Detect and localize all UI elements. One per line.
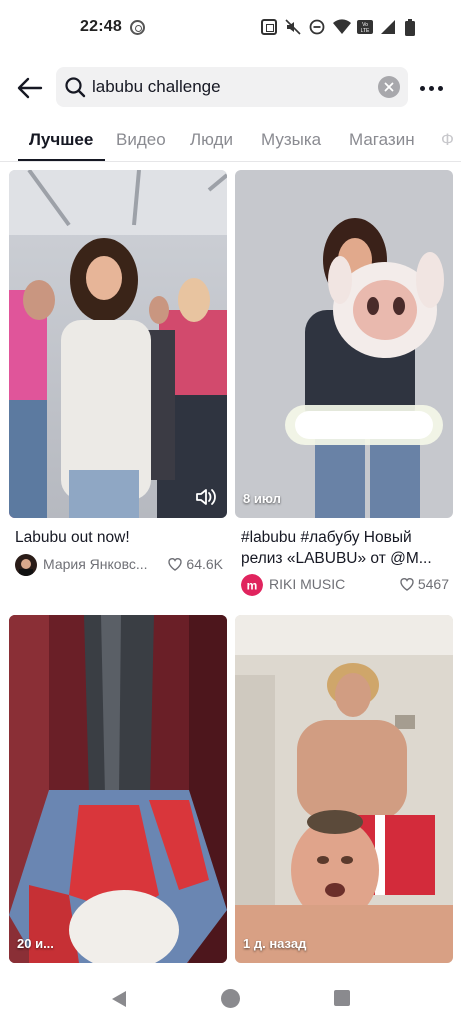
arrow-left-icon bbox=[17, 77, 43, 99]
status-icons: Vo LTE bbox=[261, 19, 421, 36]
signal-icon bbox=[381, 19, 397, 35]
nav-home-icon[interactable] bbox=[221, 989, 240, 1008]
author-row[interactable]: m RIKI MUSIC 5467 bbox=[241, 574, 453, 596]
system-navigation-bar bbox=[0, 972, 461, 1024]
tab-shop[interactable]: Магазин bbox=[349, 130, 415, 150]
avatar bbox=[15, 554, 37, 576]
video-card[interactable]: Labubu out now! Мария Янковс... 64.6K bbox=[9, 170, 227, 590]
status-time: 22:48 bbox=[80, 18, 122, 35]
dot-icon bbox=[428, 85, 434, 91]
video-thumbnail[interactable]: 20 и... bbox=[9, 615, 227, 963]
svg-text:m: m bbox=[247, 579, 258, 593]
video-thumbnail[interactable] bbox=[9, 170, 227, 518]
video-card[interactable]: 8 июл #labubu #лабубу Новый релиз «LABUB… bbox=[235, 170, 453, 596]
nav-back-icon[interactable] bbox=[110, 990, 128, 1008]
search-tabs: Лучшее Видео Люди Музыка Магазин Ф bbox=[0, 122, 461, 162]
dot-icon bbox=[419, 85, 425, 91]
video-card[interactable]: 20 и... bbox=[9, 615, 227, 963]
battery-icon bbox=[405, 19, 421, 36]
wifi-icon bbox=[333, 19, 351, 35]
video-thumbnail[interactable]: 1 д. назад bbox=[235, 615, 453, 963]
tab-videos[interactable]: Видео bbox=[116, 130, 166, 150]
video-date: 1 д. назад bbox=[243, 936, 307, 951]
like-count-value: 5467 bbox=[417, 576, 449, 592]
do-not-disturb-icon bbox=[309, 19, 325, 35]
video-caption: #labubu #лабубу Новый релиз «LABUBU» от … bbox=[241, 529, 432, 567]
at-sign-icon bbox=[130, 20, 145, 35]
mute-icon bbox=[285, 19, 301, 35]
sound-icon[interactable] bbox=[195, 486, 217, 508]
search-header bbox=[0, 66, 461, 110]
video-thumbnail[interactable]: 8 июл bbox=[235, 170, 453, 518]
video-date: 8 июл bbox=[243, 491, 281, 506]
tab-people[interactable]: Люди bbox=[190, 130, 233, 150]
tab-more-truncated[interactable]: Ф bbox=[441, 130, 454, 150]
heart-icon bbox=[400, 578, 414, 591]
author-name: Мария Янковс... bbox=[43, 556, 148, 572]
like-count-value: 64.6K bbox=[186, 556, 223, 572]
close-icon bbox=[384, 82, 394, 92]
svg-text:LTE: LTE bbox=[361, 28, 370, 34]
tab-music[interactable]: Музыка bbox=[261, 130, 321, 150]
status-bar: 22:48 Vo LTE bbox=[0, 0, 461, 58]
like-count: 64.6K bbox=[167, 556, 223, 572]
search-box[interactable] bbox=[56, 67, 408, 107]
volte-icon: Vo LTE bbox=[357, 19, 373, 35]
search-input[interactable] bbox=[92, 67, 382, 107]
like-count: 5467 bbox=[399, 576, 449, 592]
video-date: 20 и... bbox=[17, 936, 54, 951]
video-caption: Labubu out now! bbox=[15, 529, 130, 546]
avatar: m bbox=[241, 574, 263, 596]
video-card[interactable]: 1 д. назад bbox=[235, 615, 453, 963]
dot-icon bbox=[437, 85, 443, 91]
active-tab-indicator bbox=[18, 159, 105, 161]
more-options-button[interactable] bbox=[414, 72, 448, 104]
search-icon bbox=[65, 77, 86, 98]
tab-top[interactable]: Лучшее bbox=[29, 130, 93, 150]
author-row[interactable]: Мария Янковс... 64.6K bbox=[15, 554, 227, 576]
author-name: RIKI MUSIC bbox=[269, 576, 346, 592]
heart-icon bbox=[168, 558, 183, 571]
nav-recents-icon[interactable] bbox=[334, 990, 350, 1006]
back-button[interactable] bbox=[14, 72, 46, 104]
nfc-icon bbox=[261, 19, 277, 35]
clear-search-button[interactable] bbox=[378, 76, 400, 98]
